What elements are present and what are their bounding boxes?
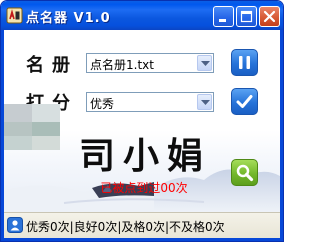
grade-summary-text: 优秀0次|良好0次|及格0次|不及格0次 [26, 220, 225, 234]
title-bar[interactable]: 点名器 V1.0 [1, 1, 283, 30]
chevron-down-icon [201, 61, 210, 66]
minimize-button[interactable] [213, 6, 234, 27]
main-panel: 名册 点名册1.txt 打分 优秀 司小娟 已被点到过00次 [4, 30, 280, 212]
close-button[interactable] [259, 6, 280, 27]
roster-label: 名册 [26, 55, 78, 76]
confirm-button[interactable] [231, 88, 258, 115]
user-icon [7, 217, 23, 233]
grade-select[interactable]: 优秀 [86, 92, 214, 112]
window-frame-bottom [1, 238, 283, 241]
maximize-icon [240, 10, 253, 23]
chevron-down-icon [201, 100, 210, 105]
check-icon [236, 95, 253, 108]
roster-select[interactable]: 点名册1.txt [86, 53, 214, 73]
grade-dropdown-button[interactable] [197, 94, 212, 110]
search-button[interactable] [231, 159, 258, 186]
app-window: 点名器 V1.0 名册 点名册1.txt 打分 优秀 司小娟 已被点到过00次 … [0, 0, 284, 242]
blurred-image-tile [4, 104, 60, 150]
grade-select-value: 优秀 [90, 97, 115, 111]
pause-icon [239, 56, 250, 69]
maximize-button[interactable] [236, 6, 257, 27]
pick-count-text: 已被点到过00次 [100, 181, 188, 195]
window-frame-right [280, 30, 283, 241]
minimize-icon [219, 19, 226, 22]
roster-dropdown-button[interactable] [197, 55, 212, 71]
roster-select-value: 点名册1.txt [90, 58, 154, 72]
window-title: 点名器 V1.0 [26, 11, 111, 26]
pause-button[interactable] [231, 49, 258, 76]
magnifier-icon [236, 164, 254, 182]
roll-call-app-icon [6, 7, 23, 24]
status-bar: 优秀0次|良好0次|及格0次|不及格0次 [4, 212, 280, 239]
student-name-display: 司小娟 [78, 135, 211, 177]
close-icon [263, 10, 276, 23]
